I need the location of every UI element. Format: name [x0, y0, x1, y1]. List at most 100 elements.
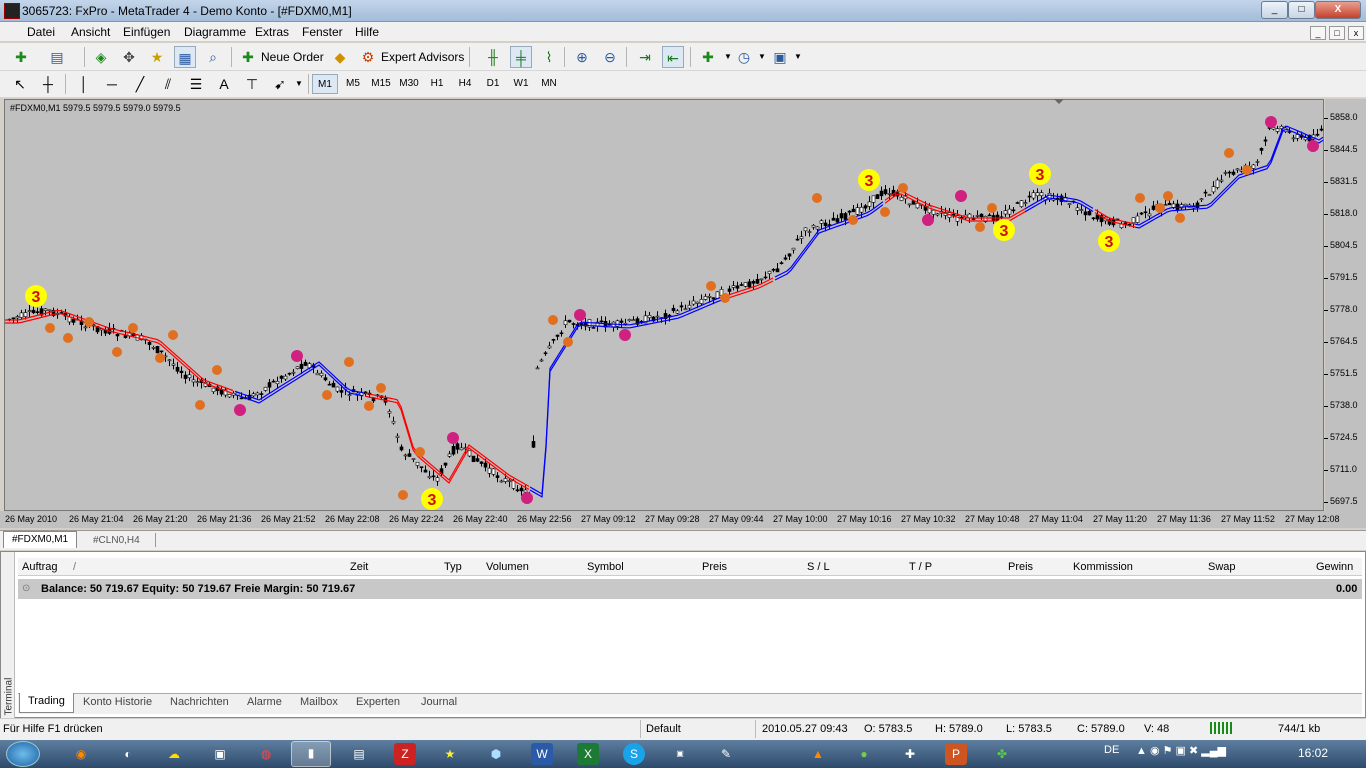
- zoom-in-icon[interactable]: ⊕: [571, 46, 593, 68]
- col-typ[interactable]: Typ: [444, 561, 462, 573]
- col-tp[interactable]: T / P: [909, 561, 932, 573]
- filezilla-icon[interactable]: Z: [394, 743, 416, 765]
- profiles-icon[interactable]: ▤: [46, 46, 68, 68]
- firefox-icon[interactable]: ◉: [70, 743, 92, 765]
- paint-icon[interactable]: ✎: [715, 743, 737, 765]
- explorer-icon[interactable]: ◐: [117, 743, 139, 765]
- tab-alarme[interactable]: Alarme: [247, 696, 282, 708]
- clover-icon[interactable]: ✤: [991, 743, 1013, 765]
- skype-icon[interactable]: S: [623, 743, 645, 765]
- tf-mn[interactable]: MN: [536, 74, 562, 94]
- strategy-tester-icon[interactable]: ⌕: [202, 46, 224, 68]
- powerpoint-icon[interactable]: P: [945, 743, 967, 765]
- fibonacci-icon[interactable]: ☰: [185, 73, 207, 95]
- chrome-icon[interactable]: ◍: [255, 743, 277, 765]
- maximize-button[interactable]: □: [1288, 1, 1315, 19]
- tf-w1[interactable]: W1: [508, 74, 534, 94]
- chart-tab-cln0[interactable]: #CLN0,H4: [85, 533, 148, 550]
- text-label-icon[interactable]: ⊤: [241, 73, 263, 95]
- chevron-down-icon[interactable]: ▼: [787, 46, 809, 68]
- app-ball-icon[interactable]: ●: [853, 743, 875, 765]
- terminal-icon[interactable]: ▦: [174, 46, 196, 68]
- candlestick-icon[interactable]: ╪: [510, 46, 532, 68]
- indicators-icon[interactable]: ✚: [697, 46, 719, 68]
- crosshair-icon[interactable]: ┼: [37, 73, 59, 95]
- tf-d1[interactable]: D1: [480, 74, 506, 94]
- star-app-icon[interactable]: ★: [439, 743, 461, 765]
- market-watch-icon[interactable]: ◈: [90, 46, 112, 68]
- minimize-button[interactable]: _: [1261, 1, 1288, 19]
- data-window-icon[interactable]: ✥: [118, 46, 140, 68]
- warning-icon[interactable]: ◆: [329, 46, 351, 68]
- menu-diagramme[interactable]: Diagramme: [184, 25, 246, 39]
- chart-shift-icon[interactable]: ⇤: [662, 46, 684, 68]
- col-preis[interactable]: Preis: [702, 561, 727, 573]
- new-order-button[interactable]: Neue Order: [261, 46, 324, 68]
- col-gewinn[interactable]: Gewinn: [1316, 561, 1353, 573]
- col-zeit[interactable]: Zeit: [350, 561, 368, 573]
- expert-advisors-button[interactable]: Expert Advisors: [381, 46, 464, 68]
- taskbar-clock[interactable]: 16:02: [1298, 746, 1328, 760]
- col-symbol[interactable]: Symbol: [587, 561, 624, 573]
- horizontal-line-icon[interactable]: ─: [101, 73, 123, 95]
- equidistant-channel-icon[interactable]: ⫽: [157, 73, 179, 95]
- menu-einfuegen[interactable]: Einfügen: [123, 25, 170, 39]
- tab-trading[interactable]: Trading: [19, 693, 74, 713]
- system-tray-icons[interactable]: ▲ ◉ ⚑ ▣ ✖ ▂▄▆: [1136, 744, 1226, 757]
- tf-m30[interactable]: M30: [396, 74, 422, 94]
- tab-konto-historie[interactable]: Konto Historie: [83, 696, 152, 708]
- menu-hilfe[interactable]: Hilfe: [355, 25, 379, 39]
- media-icon[interactable]: ▤: [348, 743, 370, 765]
- mdi-close-button[interactable]: x: [1348, 26, 1364, 40]
- expert-advisors-icon[interactable]: ⚙: [357, 46, 379, 68]
- chart-tab-fdxm0[interactable]: #FDXM0,M1: [3, 531, 78, 548]
- tf-m15[interactable]: M15: [368, 74, 394, 94]
- new-chart-icon[interactable]: ✚: [10, 46, 32, 68]
- col-swap[interactable]: Swap: [1208, 561, 1236, 573]
- zoom-out-icon[interactable]: ⊖: [599, 46, 621, 68]
- language-indicator[interactable]: DE: [1104, 744, 1119, 756]
- navigator-icon[interactable]: ★: [146, 46, 168, 68]
- autoscroll-icon[interactable]: ⇥: [634, 46, 656, 68]
- calculator-icon[interactable]: ▣: [209, 743, 231, 765]
- vlc-icon[interactable]: ▲: [807, 743, 829, 765]
- sms-icon[interactable]: ▣: [669, 743, 691, 765]
- network-icon[interactable]: ☁: [163, 743, 185, 765]
- new-order-icon[interactable]: ✚: [237, 46, 259, 68]
- tf-h1[interactable]: H1: [424, 74, 450, 94]
- mdi-minimize-button[interactable]: _: [1310, 26, 1326, 40]
- tab-journal[interactable]: Journal: [421, 696, 457, 708]
- tab-nachrichten[interactable]: Nachrichten: [170, 696, 229, 708]
- app-icon[interactable]: [4, 3, 20, 19]
- chart-shift-marker[interactable]: [1054, 99, 1064, 104]
- bar-chart-icon[interactable]: ╫: [482, 46, 504, 68]
- text-tool-icon[interactable]: A: [213, 73, 235, 95]
- start-button[interactable]: [6, 741, 40, 767]
- metatrader-icon[interactable]: ▮: [291, 741, 331, 767]
- tf-m1[interactable]: M1: [312, 74, 338, 94]
- virtualbox-icon[interactable]: ⬢: [485, 743, 507, 765]
- tf-h4[interactable]: H4: [452, 74, 478, 94]
- tab-mailbox[interactable]: Mailbox: [300, 696, 338, 708]
- menu-ansicht[interactable]: Ansicht: [71, 25, 110, 39]
- tool-icon[interactable]: ✚: [899, 743, 921, 765]
- col-volumen[interactable]: Volumen: [486, 561, 529, 573]
- line-chart-icon[interactable]: ⌇: [538, 46, 560, 68]
- col-auftrag[interactable]: Auftrag: [22, 561, 57, 573]
- col-preis-2[interactable]: Preis: [1008, 561, 1033, 573]
- excel-icon[interactable]: X: [577, 743, 599, 765]
- word-icon[interactable]: W: [531, 743, 553, 765]
- chevron-down-icon[interactable]: ▼: [288, 73, 310, 95]
- col-kommission[interactable]: Kommission: [1073, 561, 1133, 573]
- menu-extras[interactable]: Extras: [255, 25, 289, 39]
- vertical-line-icon[interactable]: │: [73, 73, 95, 95]
- tf-m5[interactable]: M5: [340, 74, 366, 94]
- price-chart[interactable]: 3 3 3 3 3 3: [4, 99, 1324, 511]
- cursor-icon[interactable]: ↖: [9, 73, 31, 95]
- trendline-icon[interactable]: ╱: [129, 73, 151, 95]
- menu-fenster[interactable]: Fenster: [302, 25, 343, 39]
- menu-datei[interactable]: Datei: [27, 25, 55, 39]
- tab-experten[interactable]: Experten: [356, 696, 400, 708]
- close-button[interactable]: X: [1315, 1, 1361, 19]
- col-sl[interactable]: S / L: [807, 561, 830, 573]
